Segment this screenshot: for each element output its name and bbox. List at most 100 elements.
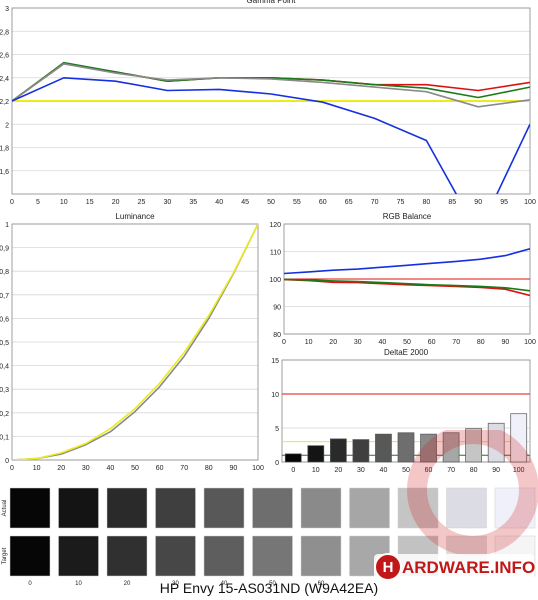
- swatch-target: [252, 535, 293, 577]
- x-tick-label: 10: [33, 465, 41, 472]
- x-tick-label: 75: [397, 199, 405, 206]
- x-tick-label: 80: [205, 465, 213, 472]
- x-tick-label: 100: [524, 199, 536, 206]
- y-tick-label: 0,8: [0, 269, 9, 276]
- y-tick-label: 110: [270, 250, 281, 257]
- x-tick-label: 5: [36, 199, 40, 206]
- y-tick-label: 0,7: [0, 293, 9, 300]
- device-caption: HP Envy 15-AS031ND (W9A42EA): [159, 580, 379, 596]
- watermark-ring-group: [407, 430, 538, 556]
- x-tick-label: 50: [403, 339, 411, 346]
- y-tick-label: 100: [269, 277, 281, 284]
- y-tick-label: 1,8: [0, 146, 9, 153]
- row-label: Actual: [2, 500, 8, 517]
- swatch-actual: [300, 487, 342, 529]
- x-tick-label: 40: [107, 465, 115, 472]
- x-tick-label: 100: [252, 465, 264, 472]
- delta-bar: [330, 438, 347, 463]
- x-tick-label: 80: [477, 339, 485, 346]
- swatch-actual: [203, 487, 245, 529]
- x-tick-label: 70: [452, 339, 460, 346]
- watermark-badge: H ARDWARE.INFO: [374, 553, 535, 581]
- x-tick-label: 70: [180, 465, 188, 472]
- y-tick-label: 1: [5, 222, 9, 229]
- y-tick-label: 0,4: [0, 364, 9, 371]
- x-tick-label: 100: [524, 339, 536, 346]
- x-tick-label: 60: [156, 465, 164, 472]
- x-tick-label: 35: [189, 199, 197, 206]
- x-tick-label: 90: [502, 339, 510, 346]
- x-tick-label: 45: [241, 199, 249, 206]
- x-tick-label: 65: [345, 199, 353, 206]
- x-tick-label: 0: [282, 339, 286, 346]
- x-tick-label: 70: [371, 199, 379, 206]
- luminance-chart: Luminance00,10,20,30,40,50,60,70,80,910 1…: [0, 212, 264, 472]
- swatch-target: [106, 535, 148, 577]
- y-tick-label: 120: [269, 222, 281, 229]
- x-tick-label: 50: [131, 465, 139, 472]
- swatch-target: [58, 535, 99, 577]
- y-tick-label: 10: [271, 392, 279, 399]
- x-tick-label: 30: [354, 339, 362, 346]
- x-tick-label: 60: [319, 199, 327, 206]
- x-tick-label: 15: [86, 199, 94, 206]
- y-tick-label: 2: [5, 122, 9, 129]
- x-tick-label: 95: [500, 199, 508, 206]
- y-tick-label: 2,6: [0, 53, 9, 60]
- delta-bar: [307, 445, 325, 463]
- y-tick-label: 0: [275, 460, 279, 467]
- x-tick-label: 20: [329, 339, 337, 346]
- x-tick-label: 0: [291, 467, 295, 474]
- x-tick-label: 10: [305, 339, 313, 346]
- x-tick-label: 40: [379, 339, 387, 346]
- x-tick-label: 20: [57, 465, 65, 472]
- x-tick-label: 85: [448, 199, 456, 206]
- series-line-blue: [284, 248, 530, 275]
- y-tick-label: 2,4: [0, 76, 9, 83]
- y-tick-label: 2,2: [0, 99, 9, 106]
- series-line-blue: [12, 77, 530, 194]
- x-tick-label: 25: [138, 199, 146, 206]
- swatch-actual: [252, 487, 293, 529]
- plot-area: [284, 248, 530, 297]
- x-tick-label: 30: [82, 465, 90, 472]
- row-label: Target: [2, 547, 8, 564]
- x-tick-label: 20: [112, 199, 120, 206]
- x-tick-label: 50: [267, 199, 275, 206]
- chart-title: Gamma Point: [247, 0, 297, 5]
- x-tick-label: 10: [60, 199, 68, 206]
- chart-title: DeltaE 2000: [384, 348, 429, 357]
- y-tick-label: 90: [273, 305, 281, 312]
- y-tick-label: 0: [5, 458, 9, 465]
- y-tick-label: 80: [273, 332, 281, 339]
- y-tick-label: 0,5: [0, 340, 9, 347]
- delta-bar: [284, 453, 302, 463]
- y-tick-label: 0,3: [0, 387, 9, 394]
- swatch-target: [155, 535, 196, 577]
- swatch-target: [9, 535, 51, 577]
- hardware-info-watermark: H ARDWARE.INFO: [374, 430, 538, 581]
- swatch-actual: [106, 487, 148, 529]
- x-tick-label: 30: [164, 199, 172, 206]
- rgb-balance-chart: RGB Balance 80 90 100 110 120 0 10 20 30 40 50 60 70 8…: [269, 212, 536, 346]
- y-tick-label: 15: [271, 358, 279, 365]
- x-tick-label: 20: [334, 467, 342, 474]
- y-tick-label: 3: [5, 6, 9, 13]
- watermark-ring: [407, 430, 538, 556]
- y-tick-label: 0,1: [0, 434, 9, 441]
- x-tick-label: 90: [230, 465, 238, 472]
- swatch-actual: [155, 487, 196, 529]
- plot-area: [12, 61, 530, 194]
- swatch-actual: [9, 487, 51, 529]
- x-tick-label: 0: [10, 465, 14, 472]
- chart-title: Luminance: [115, 212, 155, 221]
- y-tick-label: 0,2: [0, 411, 9, 418]
- x-tick-label: 10: [312, 467, 320, 474]
- watermark-logo-letter: H: [383, 559, 394, 576]
- y-tick-label: 1,6: [0, 169, 9, 176]
- x-tick-label: 40: [215, 199, 223, 206]
- x-tick-label: 90: [474, 199, 482, 206]
- y-tick-label: 0,9: [0, 246, 9, 253]
- gamma-point-chart: Gamma Point1,61,822,22,42,62,830 5 10 15 20 2…: [0, 0, 536, 206]
- x-tick-label: 55: [293, 199, 301, 206]
